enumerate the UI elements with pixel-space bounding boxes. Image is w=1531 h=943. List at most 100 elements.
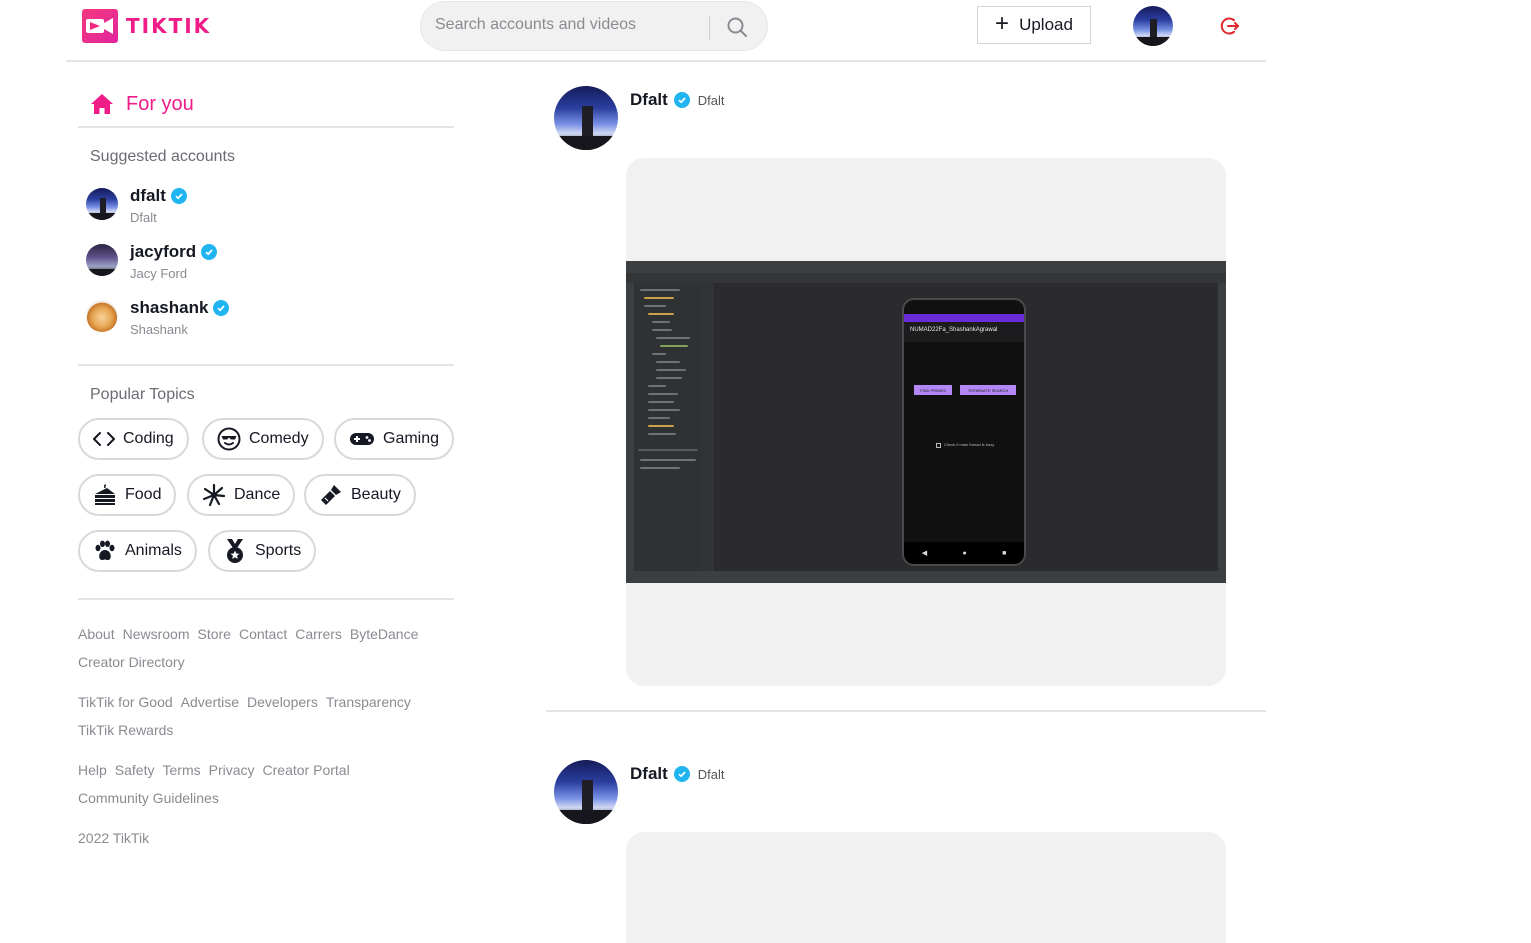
- logo[interactable]: TIKTIK: [82, 9, 211, 43]
- lipstick-icon: [321, 485, 341, 505]
- for-you-label: For you: [126, 92, 194, 115]
- topic-beauty[interactable]: Beauty: [304, 474, 416, 516]
- suggested-accounts-title: Suggested accounts: [90, 148, 235, 165]
- back-icon: ◀: [921, 550, 928, 557]
- footer-link[interactable]: Creator Directory: [78, 648, 185, 676]
- video-card: NUMAD22Fa_ShashankAgrawal FIND PRIMES TE…: [626, 158, 1226, 686]
- phone-emulator: NUMAD22Fa_ShashankAgrawal FIND PRIMES TE…: [902, 298, 1026, 566]
- upload-label: Upload: [1019, 15, 1073, 34]
- divider: [78, 598, 454, 600]
- topic-label: Dance: [234, 486, 281, 503]
- footer-link[interactable]: Community Guidelines: [78, 784, 219, 812]
- footer-link[interactable]: Developers: [247, 688, 318, 716]
- topic-gaming[interactable]: Gaming: [334, 418, 455, 460]
- topic-dance[interactable]: Dance: [187, 474, 296, 516]
- footer-links-3: Help Safety Terms Privacy Creator Portal…: [78, 756, 454, 812]
- footer-link[interactable]: ByteDance: [350, 620, 418, 648]
- post-username[interactable]: Dfalt: [630, 764, 668, 784]
- paw-icon: [95, 540, 115, 561]
- recents-icon: ■: [1002, 549, 1007, 557]
- post-avatar[interactable]: [554, 86, 618, 150]
- avatar: [86, 244, 118, 276]
- verified-icon: [213, 300, 230, 316]
- footer-link[interactable]: Newsroom: [123, 620, 190, 648]
- search-icon: [727, 17, 747, 37]
- post-avatar[interactable]: [554, 760, 618, 824]
- video-card[interactable]: [626, 832, 1226, 943]
- gamepad-icon: [350, 433, 374, 445]
- search-input[interactable]: [433, 15, 699, 35]
- account-display-name: Jacy Ford: [130, 266, 188, 281]
- app-title: NUMAD22Fa_ShashankAgrawal: [910, 327, 998, 333]
- verified-icon: [201, 244, 218, 260]
- topic-animals[interactable]: Animals: [78, 530, 197, 572]
- topic-food[interactable]: Food: [78, 474, 177, 516]
- home-icon: [91, 94, 113, 114]
- medal-icon: [227, 539, 243, 563]
- topic-label: Beauty: [351, 486, 401, 503]
- topic-label: Gaming: [383, 430, 440, 447]
- code-icon: [93, 432, 115, 446]
- sidebar-item-for-you[interactable]: For you: [78, 82, 454, 126]
- avatar: [86, 300, 118, 332]
- footer-links-2: TikTik for Good Advertise Developers Tra…: [78, 688, 454, 744]
- avatar: [86, 188, 118, 220]
- topic-comedy[interactable]: Comedy: [202, 418, 324, 460]
- find-primes-button: FIND PRIMES: [914, 385, 952, 395]
- suggested-account-dfalt[interactable]: dfalt Dfalt: [86, 186, 446, 236]
- search-button[interactable]: [717, 14, 757, 40]
- topic-sports[interactable]: Sports: [208, 530, 317, 572]
- post-display-name: Dfalt: [697, 766, 725, 782]
- search-divider: [709, 16, 710, 40]
- topic-coding[interactable]: Coding: [78, 418, 189, 460]
- plus-icon: +: [995, 10, 1010, 37]
- footer-link[interactable]: Transparency: [326, 688, 411, 716]
- logout-button[interactable]: [1219, 15, 1241, 37]
- post-divider: [546, 710, 1266, 712]
- cake-icon: [95, 484, 115, 505]
- footer-link[interactable]: TikTik Rewards: [78, 716, 173, 744]
- footer-link[interactable]: Help: [78, 756, 107, 784]
- account-display-name: Shashank: [130, 322, 188, 337]
- divider: [78, 126, 454, 128]
- footer-link[interactable]: Creator Portal: [263, 756, 350, 784]
- topic-label: Animals: [125, 542, 182, 559]
- footer-link[interactable]: Contact: [239, 620, 287, 648]
- topic-label: Coding: [123, 430, 174, 447]
- user-avatar[interactable]: [1133, 6, 1173, 46]
- checkbox-label: Check if main thread is busy: [944, 442, 995, 447]
- divider: [78, 364, 454, 366]
- cool-face-icon: [217, 427, 241, 451]
- footer-link[interactable]: TikTik for Good: [78, 688, 173, 716]
- footer-link[interactable]: Store: [198, 620, 231, 648]
- logo-icon: [82, 9, 118, 43]
- upload-button[interactable]: + Upload: [977, 6, 1091, 44]
- topic-label: Comedy: [249, 430, 309, 447]
- footer-link[interactable]: Carrers: [295, 620, 342, 648]
- account-username: dfalt: [130, 186, 166, 205]
- footer-link[interactable]: Privacy: [209, 756, 255, 784]
- checkbox-icon: [936, 443, 941, 448]
- post-display-name: Dfalt: [697, 92, 725, 108]
- footer-link[interactable]: Safety: [115, 756, 155, 784]
- topic-label: Sports: [255, 542, 302, 559]
- terminate-search-button: TERMINATE SEARCH: [960, 385, 1016, 395]
- top-navbar: TIKTIK + Upload: [66, 0, 1266, 62]
- topic-label: Food: [125, 486, 162, 503]
- suggested-account-jacyford[interactable]: jacyford Jacy Ford: [86, 242, 446, 292]
- logout-icon: [1220, 17, 1239, 35]
- logo-text: TIKTIK: [126, 14, 212, 38]
- account-display-name: Dfalt: [130, 210, 157, 225]
- phone-nav-bar: ◀ ● ■: [904, 542, 1024, 564]
- popular-topics-title: Popular Topics: [90, 386, 195, 403]
- footer-link[interactable]: Advertise: [181, 688, 239, 716]
- account-username: jacyford: [130, 242, 197, 261]
- search-bar: [420, 1, 768, 51]
- video-player[interactable]: NUMAD22Fa_ShashankAgrawal FIND PRIMES TE…: [626, 261, 1226, 583]
- home-dot-icon: ●: [962, 549, 967, 557]
- footer-link[interactable]: About: [78, 620, 115, 648]
- footer-link[interactable]: Terms: [163, 756, 201, 784]
- suggested-account-shashank[interactable]: shashank Shashank: [86, 298, 446, 348]
- post-username[interactable]: Dfalt: [630, 90, 668, 110]
- account-username: shashank: [130, 298, 209, 317]
